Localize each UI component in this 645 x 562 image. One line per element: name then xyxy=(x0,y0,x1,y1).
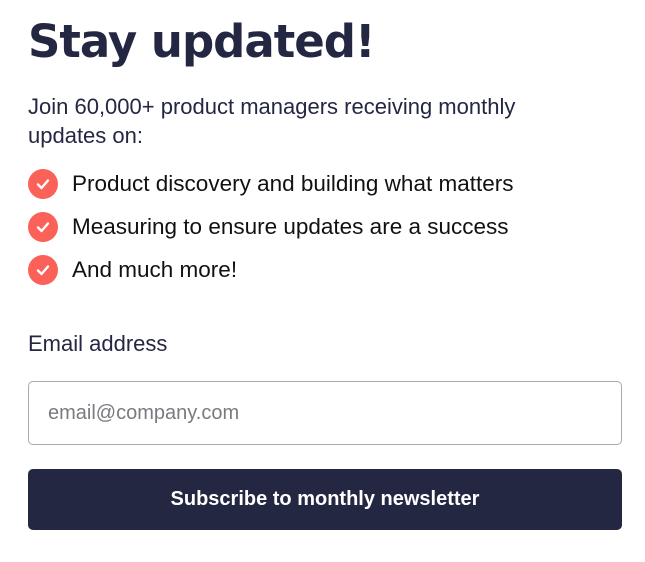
email-field[interactable] xyxy=(28,381,622,445)
check-circle-icon xyxy=(28,168,58,199)
email-label: Email address xyxy=(28,331,168,356)
benefit-text: Measuring to ensure updates are a succes… xyxy=(72,213,509,239)
subscribe-button[interactable]: Subscribe to monthly newsletter xyxy=(28,469,622,530)
newsletter-signup-card: Stay updated! Join 60,000+ product manag… xyxy=(28,14,622,530)
page-title: Stay updated! xyxy=(28,15,376,68)
intro-text: Join 60,000+ product managers receiving … xyxy=(28,94,516,148)
check-circle-icon xyxy=(28,211,58,242)
benefit-item: And much more! xyxy=(28,248,622,291)
check-circle-icon xyxy=(28,254,58,285)
benefits-list: Product discovery and building what matt… xyxy=(28,162,622,291)
benefit-item: Product discovery and building what matt… xyxy=(28,162,622,205)
benefit-text: Product discovery and building what matt… xyxy=(72,170,514,196)
benefit-text: And much more! xyxy=(72,256,238,282)
benefit-item: Measuring to ensure updates are a succes… xyxy=(28,205,622,248)
